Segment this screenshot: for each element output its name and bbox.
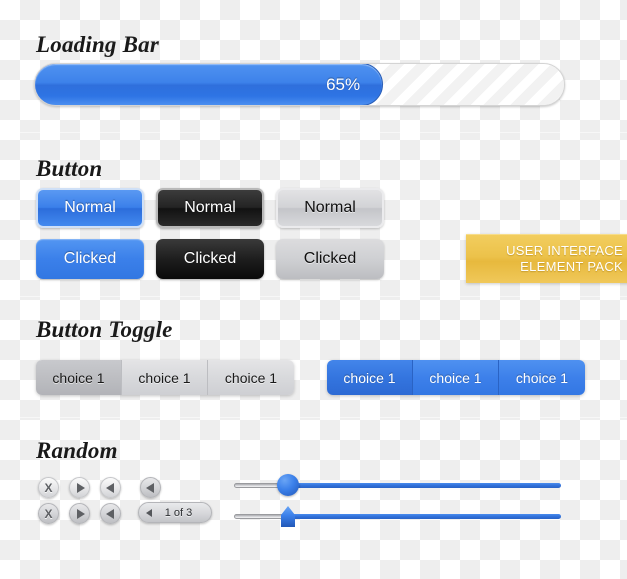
loading-bar[interactable]: 65%	[34, 63, 565, 106]
button-blue-normal[interactable]: Normal	[36, 188, 144, 228]
button-gray-clicked[interactable]: Clicked	[276, 239, 384, 279]
toggle-gray-segment-2[interactable]: choice 1	[122, 360, 208, 395]
toggle-blue-segment-1[interactable]: choice 1	[327, 360, 413, 395]
toggle-blue-segment-2[interactable]: choice 1	[413, 360, 499, 395]
arrow-left-icon	[105, 508, 114, 519]
divider-toggle	[0, 417, 627, 418]
play-right-icon	[76, 508, 85, 519]
play-button-pressed[interactable]	[69, 503, 90, 524]
arrow-left-icon	[145, 482, 154, 493]
divider-loading	[0, 132, 627, 133]
loading-bar-fill: 65%	[35, 64, 384, 105]
close-button-light[interactable]: X	[38, 477, 59, 498]
slider-round-knob[interactable]	[234, 474, 561, 496]
button-blue-clicked[interactable]: Clicked	[36, 239, 144, 279]
promo-banner: USER INTERFACE ELEMENT PACK	[466, 234, 627, 283]
pager-label: 1 of 3	[164, 506, 193, 519]
previous-button-pressed[interactable]	[100, 503, 121, 524]
nav-previous-button[interactable]	[140, 477, 161, 498]
button-dark-normal[interactable]: Normal	[156, 188, 264, 228]
loading-bar-value-label: 65%	[326, 74, 361, 94]
section-heading-random: Random	[36, 438, 118, 463]
close-x-icon: X	[44, 480, 53, 495]
toggle-group-gray[interactable]: choice 1 choice 1 choice 1	[36, 360, 294, 395]
slider-track-active	[286, 483, 561, 488]
slider-pointer-knob[interactable]	[234, 505, 561, 527]
slider-knob-pointer[interactable]	[279, 506, 297, 527]
ui-kit-canvas: Loading Bar 65% Button Normal Normal Nor…	[0, 0, 627, 579]
divider-button	[0, 296, 627, 297]
arrow-left-icon	[105, 482, 114, 493]
section-heading-button-toggle: Button Toggle	[36, 317, 173, 342]
play-button-light[interactable]	[69, 477, 90, 498]
previous-button-light[interactable]	[100, 477, 121, 498]
play-right-icon	[76, 482, 85, 493]
pager-control[interactable]: 1 of 3	[138, 502, 212, 523]
button-gray-normal[interactable]: Normal	[276, 188, 384, 228]
section-heading-loading-bar: Loading Bar	[36, 32, 159, 57]
promo-banner-line-2: ELEMENT PACK	[520, 259, 623, 274]
pointer-marker-icon	[281, 506, 295, 527]
toggle-gray-segment-1[interactable]: choice 1	[36, 360, 122, 395]
close-button-pressed[interactable]: X	[38, 503, 59, 524]
toggle-gray-segment-3[interactable]: choice 1	[208, 360, 294, 395]
close-x-icon: X	[44, 506, 53, 521]
section-heading-button: Button	[36, 156, 103, 181]
slider-track-active	[286, 514, 561, 519]
toggle-group-blue[interactable]: choice 1 choice 1 choice 1	[327, 360, 585, 395]
toggle-blue-segment-3[interactable]: choice 1	[499, 360, 585, 395]
slider-knob-round[interactable]	[277, 474, 299, 496]
promo-banner-line-1: USER INTERFACE	[506, 243, 623, 258]
button-dark-clicked[interactable]: Clicked	[156, 239, 264, 279]
